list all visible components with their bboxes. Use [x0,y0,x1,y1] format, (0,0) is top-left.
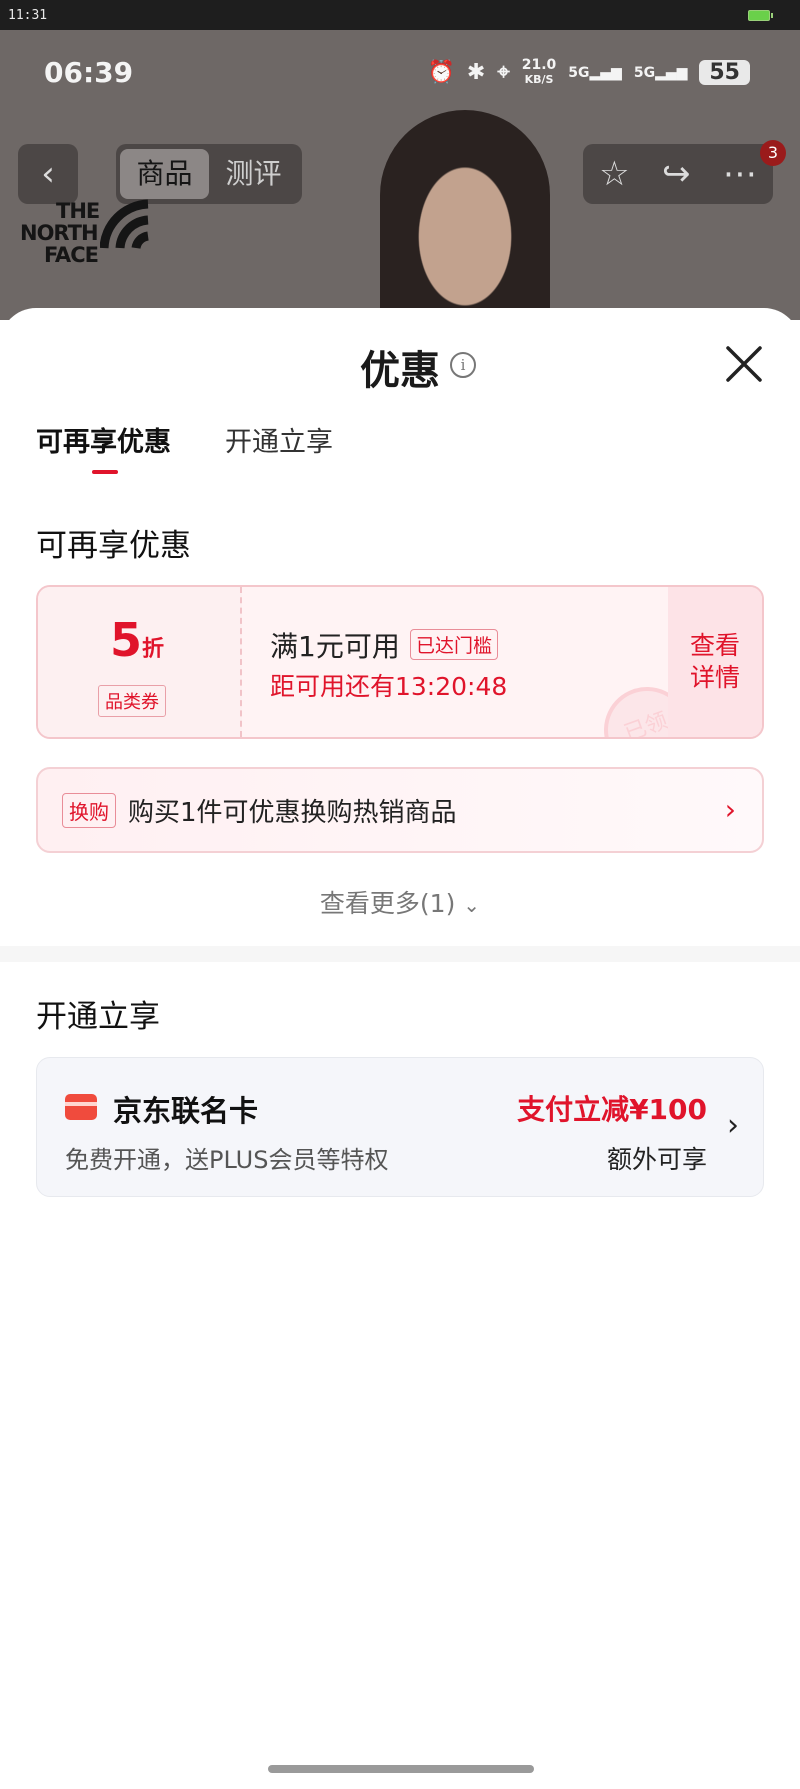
phone-status-icons: ⏰ ✱ ⌖ 21.0 KB/S 5G▂▄▆ 5G▂▄▆ 55 [427,58,750,87]
swap-badge: 换购 [62,792,116,828]
credit-card-icon [65,1094,97,1120]
location-icon: ⌖ [497,60,510,85]
tab-open-to-enjoy[interactable]: 开通立享 [225,420,333,459]
alarm-icon: ⏰ [427,60,455,85]
threshold-badge: 已达门槛 [410,629,499,660]
card-offer: 支付立减¥100 [517,1093,707,1126]
discount-value: 5 [110,613,143,667]
section-divider [0,946,800,962]
system-time: 11:31 [8,8,48,23]
close-icon[interactable] [724,344,764,384]
swap-text: 购买1件可优惠换购热销商品 [128,797,457,828]
coupon-countdown: 距可用还有13:20:48 [270,672,508,701]
view-more-button[interactable]: 查看更多(1) ⌄ [0,884,800,920]
tab-reusable-discounts[interactable]: 可再享优惠 [36,420,171,474]
chevron-left-icon: ‹ [41,154,55,194]
chevron-down-icon: ⌄ [463,893,481,917]
product-view-switch: 商品 测评 [116,144,302,204]
phone-status-bar: 06:39 ⏰ ✱ ⌖ 21.0 KB/S 5G▂▄▆ 5G▂▄▆ 55 [0,30,800,110]
card-description: 免费开通，送PLUS会员等特权 [65,1146,389,1174]
bluetooth-icon: ✱ [466,60,486,85]
brand-line-1: THE [56,199,100,223]
card-extra: 额外可享 [606,1145,707,1174]
view-more-label: 查看更多(1) [319,889,456,918]
brand-line-2: NORTH [20,221,99,245]
product-model-photo [380,110,550,320]
coupon-kind-badge: 品类券 [98,685,166,717]
phone-time: 06:39 [44,56,134,89]
card-name: 京东联名卡 [113,1094,259,1128]
signal-icon: 5G▂▄▆ [568,64,622,81]
discount-unit: 折 [142,637,165,662]
star-icon[interactable]: ☆ [599,154,629,194]
view-details-button[interactable]: 查看详情 [668,587,762,737]
coupon-value-panel: 5折 品类券 [38,587,242,737]
back-button[interactable]: ‹ [18,144,78,204]
share-icon[interactable]: ↪ [662,154,691,194]
brand-logo: THE NORTH FACE [20,199,100,267]
battery-level: 55 [699,60,750,85]
chevron-right-icon: › [727,1108,739,1143]
notification-badge: 3 [760,140,786,166]
view-details-label: 查看详情 [689,631,740,692]
coupon-discount: 5折 [110,613,164,667]
brand-mark-icon [100,199,150,250]
system-status-bar: 11:31 [0,0,800,30]
tab-product[interactable]: 商品 [120,149,209,199]
swap-purchase-row[interactable]: 换购 购买1件可优惠换购热销商品 › [36,767,764,853]
network-speed-unit: KB/S [524,73,554,86]
network-speed-value: 21.0 [521,57,557,73]
signal-label-2: 5G [633,64,656,81]
network-speed: 21.0 KB/S [522,58,557,87]
product-page-backdrop: 06:39 ⏰ ✱ ⌖ 21.0 KB/S 5G▂▄▆ 5G▂▄▆ 55 ‹ 商… [0,30,800,320]
signal-icon-2: 5G▂▄▆ [633,64,688,81]
discount-sheet: 优惠 i 可再享优惠 开通立享 可再享优惠 5折 品类券 满1元可用 已达门槛 … [0,308,800,1789]
coupon-card[interactable]: 5折 品类券 满1元可用 已达门槛 距可用还有13:20:48 已领 查看详情 [36,585,764,739]
header-actions: ☆ ↪ ⋯ [583,144,773,204]
signal-label-1: 5G [568,64,590,81]
section-title-reusable: 可再享优惠 [36,528,191,564]
battery-icon [748,10,773,21]
more-icon[interactable]: ⋯ [723,154,757,194]
home-indicator[interactable] [268,1765,534,1773]
brand-line-3: FACE [44,243,99,267]
sheet-title: 优惠 [360,348,440,394]
tab-review[interactable]: 测评 [209,149,298,199]
sheet-tabs: 可再享优惠 开通立享 [36,420,333,474]
chevron-right-icon: › [724,793,736,826]
cobrand-card-offer[interactable]: 京东联名卡 免费开通，送PLUS会员等特权 支付立减¥100 额外可享 › [36,1057,764,1197]
coupon-condition: 满1元可用 [270,630,400,663]
section-title-open: 开通立享 [36,999,160,1035]
info-icon[interactable]: i [450,352,476,378]
